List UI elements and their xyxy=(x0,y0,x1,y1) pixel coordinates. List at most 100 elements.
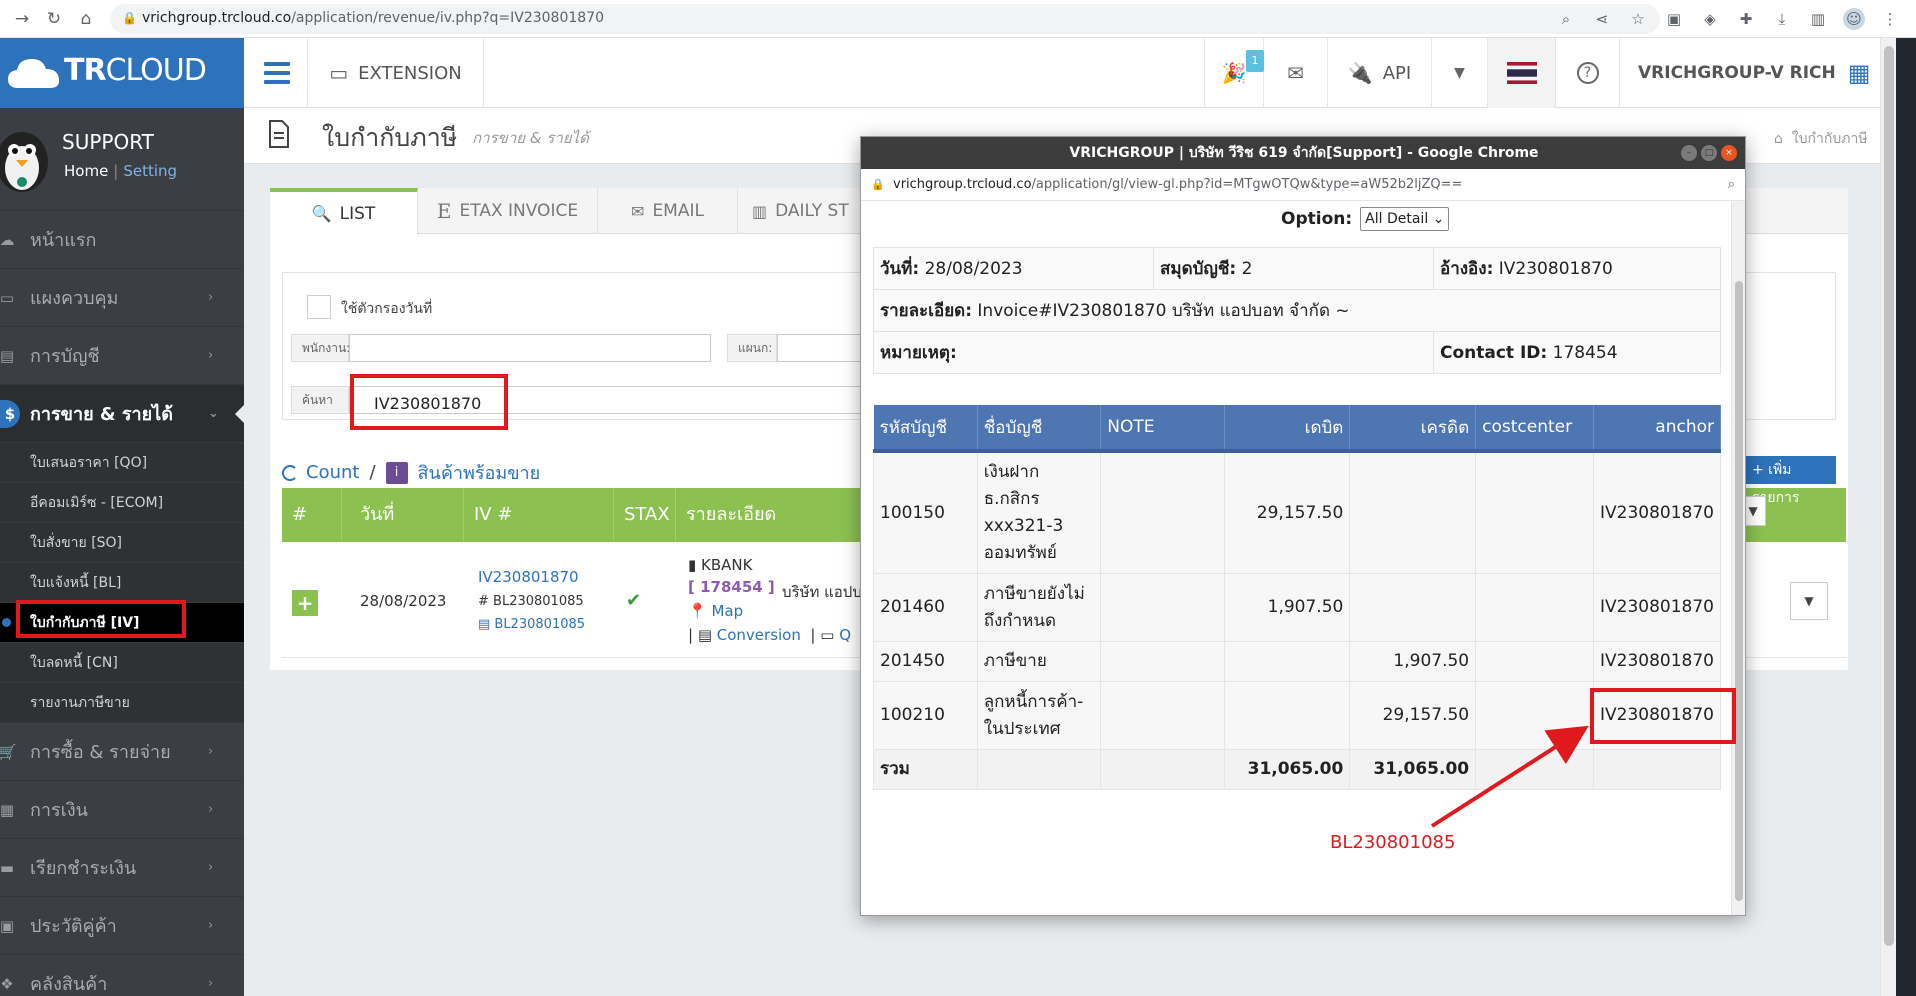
chevron-right-icon: › xyxy=(208,976,214,991)
tab-etax-invoice[interactable]: E ETAX INVOICE xyxy=(418,188,598,234)
envelope-icon: ✉ xyxy=(1287,61,1304,85)
back-arrow-icon[interactable]: → xyxy=(10,7,34,31)
sidebar-item-purchase[interactable]: 🛒 การซื้อ & รายจ่าย › xyxy=(0,722,244,780)
mail-button[interactable]: ✉ xyxy=(1264,38,1328,108)
sidebar-item-home[interactable]: ☁ หน้าแรก xyxy=(0,210,244,268)
party-notification-button[interactable]: 🎉 xyxy=(1204,38,1264,108)
puzzle-icon[interactable]: ✚ xyxy=(1735,8,1757,30)
company-name: บริษัท แอปบ xyxy=(782,583,862,601)
tab-email[interactable]: ✉ EMAIL xyxy=(598,188,738,234)
zoom-icon[interactable]: ⌕ xyxy=(1728,169,1735,201)
popup-address-bar[interactable]: 🔒 vrichgroup.trcloud.co/application/gl/v… xyxy=(861,169,1745,201)
building-icon: ▦ xyxy=(1847,59,1871,87)
etax-icon: E xyxy=(436,199,452,223)
trcloud-logo[interactable]: TRCLOUD xyxy=(0,38,244,108)
chevron-right-icon: › xyxy=(208,744,214,759)
table-row: 100210 ลูกหนี้การค้า-ในประเทศ 29,157.50 … xyxy=(873,681,1721,750)
hamburger-menu-icon[interactable] xyxy=(244,38,308,108)
party-popper-icon: 🎉 xyxy=(1221,61,1247,85)
profile-avatar-icon[interactable]: ☺ xyxy=(1843,8,1865,30)
sidebar-sub-quotation[interactable]: ใบเสนอราคา [QO] xyxy=(0,442,244,482)
sidebar-item-dashboard[interactable]: ▭ แผงควบคุม › xyxy=(0,268,244,326)
api-button[interactable]: 🔌 API xyxy=(1328,38,1432,108)
envelope-icon: ✉ xyxy=(631,201,645,221)
tab-list[interactable]: 🔍 LIST xyxy=(270,188,418,235)
address-bar[interactable]: 🔒 vrichgroup.trcloud.co/application/reve… xyxy=(110,4,1660,34)
map-link[interactable]: 📍 Map xyxy=(688,602,743,620)
sidebar-sub-sales-order[interactable]: ใบสั่งขาย [SO] xyxy=(0,522,244,562)
expand-plus-button[interactable]: + xyxy=(292,590,318,616)
profile-name: SUPPORT xyxy=(62,130,154,154)
date-filter-checkbox[interactable] xyxy=(307,295,331,319)
sidebar-item-finance[interactable]: ▦ การเงิน › xyxy=(0,780,244,838)
chevron-right-icon: › xyxy=(208,918,214,933)
total-row: รวม 31,065.00 31,065.00 xyxy=(873,749,1721,790)
book-icon: ▤ xyxy=(0,346,15,365)
calculator-icon: ▦ xyxy=(0,800,15,819)
sidebar-sub-credit-note[interactable]: ใบลดหนี้ [CN] xyxy=(0,642,244,682)
dropdown-button[interactable]: ▼ xyxy=(1432,38,1488,108)
reload-icon[interactable]: ↻ xyxy=(42,7,66,31)
extension-menu[interactable]: ▭ EXTENSION xyxy=(308,38,484,108)
tab-daily-stats[interactable]: ▥ DAILY ST xyxy=(738,188,868,234)
minimize-icon[interactable]: – xyxy=(1681,145,1697,161)
count-bar: Count / i สินค้าพร้อมขาย xyxy=(282,458,540,487)
notification-badge: 1 xyxy=(1246,50,1264,72)
iv-number-link[interactable]: IV230801870 xyxy=(478,568,579,586)
employee-input[interactable] xyxy=(349,334,711,362)
popup-scrollbar[interactable] xyxy=(1731,201,1745,915)
conversion-link[interactable]: | ▤ Conversion | ▭ Q xyxy=(688,626,851,644)
sidebar-sub-sales-tax-report[interactable]: รายงานภาษีขาย xyxy=(0,682,244,722)
sidebar-item-collection[interactable]: ▬ เรียกชำระเงิน › xyxy=(0,838,244,896)
sidebar-sub-ecommerce[interactable]: อีคอมเมิร์ซ - [ECOM] xyxy=(0,482,244,522)
browser-toolbar: → ↻ ⌂ 🔒 vrichgroup.trcloud.co/applicatio… xyxy=(0,0,1916,38)
dollar-icon: $ xyxy=(0,399,20,428)
chevron-down-icon: ⌄ xyxy=(208,406,219,421)
profile-links: Home | Setting xyxy=(64,162,178,180)
shield-icon[interactable]: ◈ xyxy=(1699,8,1721,30)
home-icon[interactable]: ⌂ xyxy=(74,7,98,31)
page-title: ใบกำกับภาษี xyxy=(322,123,458,152)
maximize-icon[interactable]: □ xyxy=(1701,145,1717,161)
sidebar-item-sales-revenue[interactable]: $ การขาย & รายได้ ⌄ xyxy=(0,384,244,442)
sidebar-sub-billing[interactable]: ใบแจ้งหนี้ [BL] xyxy=(0,562,244,602)
popup-title-bar: VRICHGROUP | บริษัท วีริช 619 จำกัด[Supp… xyxy=(861,137,1745,169)
monitor-icon: ▭ xyxy=(0,288,15,307)
sidebar-item-accounting[interactable]: ▤ การบัญชี › xyxy=(0,326,244,384)
chevron-right-icon: › xyxy=(208,802,214,817)
breadcrumb[interactable]: ⌂ ใบกำกับภาษี xyxy=(1774,128,1868,150)
count-link[interactable]: Count xyxy=(306,462,359,483)
stock-ready-link[interactable]: สินค้าพร้อมขาย xyxy=(418,458,541,487)
share-icon[interactable]: ⋖ xyxy=(1591,8,1613,30)
cloud-icon: ☁ xyxy=(0,230,15,249)
info-icon: i xyxy=(385,461,408,484)
help-button[interactable]: ? xyxy=(1556,38,1620,108)
table-row: 100150 เงินฝาก ธ.กสิกร xxx321-3 ออมทรัพย… xyxy=(873,450,1721,574)
loading-circle-icon xyxy=(282,464,298,481)
sidebar-item-inventory[interactable]: ❖ คลังสินค้า › xyxy=(0,954,244,996)
chevron-right-icon: › xyxy=(208,348,214,363)
desktop-background xyxy=(1896,38,1916,996)
company-user-menu[interactable]: VRICHGROUP-V RICH ▦ xyxy=(1620,38,1880,108)
setting-link[interactable]: Setting xyxy=(123,162,177,180)
home-link[interactable]: Home xyxy=(64,162,108,180)
close-icon[interactable]: × xyxy=(1721,145,1737,161)
bl-link[interactable]: ▤ BL230801085 xyxy=(478,617,585,632)
option-select[interactable]: All Detail ⌄ xyxy=(1360,207,1450,231)
zoom-icon[interactable]: ⌕ xyxy=(1555,8,1577,30)
sidepanel-icon[interactable]: ▥ xyxy=(1807,8,1829,30)
sidebar-sub-tax-invoice[interactable]: ใบกำกับภาษี [IV] xyxy=(0,602,244,642)
add-item-button[interactable]: + เพิ่มรายการ xyxy=(1746,456,1836,506)
card-icon: ▬ xyxy=(0,858,15,877)
penguin-avatar xyxy=(0,132,48,192)
page-scrollbar[interactable] xyxy=(1880,38,1896,996)
menu-dots-icon[interactable]: ⋮ xyxy=(1879,8,1901,30)
language-flag-button[interactable] xyxy=(1488,38,1556,108)
sidebar-item-partners[interactable]: ▣ ประวัติคู่ค้า › xyxy=(0,896,244,954)
extension-icon[interactable]: ▣ xyxy=(1663,8,1685,30)
search-input-value[interactable]: IV230801870 xyxy=(370,378,510,430)
download-icon[interactable]: ⤓ xyxy=(1771,8,1793,30)
contact-book-icon: ▣ xyxy=(0,916,15,935)
star-icon[interactable]: ☆ xyxy=(1627,8,1649,30)
row-action-dropdown[interactable]: ▼ xyxy=(1790,582,1828,620)
